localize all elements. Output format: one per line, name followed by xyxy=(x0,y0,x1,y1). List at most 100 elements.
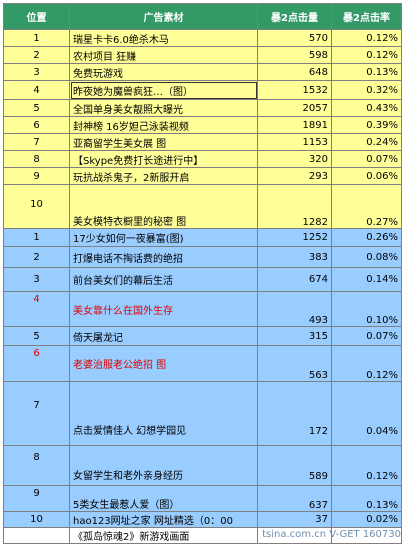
position-cell: 8 xyxy=(3,445,70,486)
ad-cell: 点击爱情佳人 幻想学园见 xyxy=(69,381,258,446)
table-row: 6 封神榜 16岁妲己泳装视频 1891 0.39% xyxy=(3,116,402,134)
table-row: 8 【Skype免费打长途进行中】 320 0.07% xyxy=(3,150,402,168)
table-row: 4 美女靠什么在国外生存 493 0.10% xyxy=(3,291,402,327)
position-cell: 6 xyxy=(3,345,70,382)
ad-cell: 【Skype免费打长途进行中】 xyxy=(69,150,258,168)
rate-cell: 0.04% xyxy=(331,381,402,446)
ad-cell: 17少女如何一夜暴富(图) xyxy=(69,228,258,247)
rate-cell: 0.32% xyxy=(331,80,402,100)
position-cell: 3 xyxy=(3,267,70,292)
rate-cell: 0.07% xyxy=(331,326,402,346)
clicks-cell: 383 xyxy=(257,246,332,268)
ad-cell: 免费玩游戏 xyxy=(69,63,258,81)
table-row: 5 全国单身美女靓照大曝光 2057 0.43% xyxy=(3,99,402,117)
ad-cell: 农村项目 狂赚 xyxy=(69,46,258,64)
clicks-cell: 637 xyxy=(257,485,332,512)
clicks-cell: 598 xyxy=(257,46,332,64)
clicks-cell: 1252 xyxy=(257,228,332,247)
table-row: 9 玩抗战杀鬼子，2新服开启 293 0.06% xyxy=(3,167,402,185)
ad-cell: 老婆治服老公绝招 图 xyxy=(69,345,258,382)
ad-cell: 瑞星卡卡6.0绝杀木马 xyxy=(69,29,258,47)
ad-cell: 亚裔留学生美女展 图 xyxy=(69,133,258,151)
rate-cell: 0.12% xyxy=(331,445,402,486)
rate-cell: 0.08% xyxy=(331,246,402,268)
ad-cell: 玩抗战杀鬼子，2新服开启 xyxy=(69,167,258,185)
rate-cell: 0.12% xyxy=(331,46,402,64)
ad-cell: 《孤岛惊魂2》新游戏画面 xyxy=(69,527,258,544)
header-click-rate: 暴2点击率 xyxy=(331,3,402,30)
rate-cell: 0.26% xyxy=(331,228,402,247)
rate-cell: 0.13% xyxy=(331,63,402,81)
header-clicks: 暴2点击量 xyxy=(257,3,332,30)
clicks-cell: 563 xyxy=(257,345,332,382)
position-cell: 5 xyxy=(3,326,70,346)
rate-cell: 0.14% xyxy=(331,267,402,292)
table-row: 3 前台美女们的幕后生活 674 0.14% xyxy=(3,267,402,292)
rate-cell: 0.12% xyxy=(331,29,402,47)
ad-cell: 美女模特衣橱里的秘密 图 xyxy=(69,184,258,229)
table-row: 8 女留学生和老外亲身经历 589 0.12% xyxy=(3,445,402,486)
clicks-cell: 570 xyxy=(257,29,332,47)
position-cell: 10 xyxy=(3,184,70,229)
ad-cell: 封神榜 16岁妲己泳装视频 xyxy=(69,116,258,134)
ad-cell: 美女靠什么在国外生存 xyxy=(69,291,258,327)
clicks-cell: 1891 xyxy=(257,116,332,134)
ad-cell: 昨夜她为魔兽疯狂…（图） xyxy=(69,80,258,100)
ad-cell: 打爆电话不掏话费的绝招 xyxy=(69,246,258,268)
clicks-cell: 2057 xyxy=(257,99,332,117)
clicks-cell: 1532 xyxy=(257,80,332,100)
header-position: 位置 xyxy=(3,3,70,30)
rate-cell: 0.07% xyxy=(331,150,402,168)
position-cell: 2 xyxy=(3,246,70,268)
clicks-cell: 493 xyxy=(257,291,332,327)
position-cell: 7 xyxy=(3,133,70,151)
position-cell: 1 xyxy=(3,29,70,47)
table-row: 7 点击爱情佳人 幻想学园见 172 0.04% xyxy=(3,381,402,446)
position-cell: 3 xyxy=(3,63,70,81)
table-row: 6 老婆治服老公绝招 图 563 0.12% xyxy=(3,345,402,382)
header-ad-material: 广告素材 xyxy=(69,3,258,30)
table-row: 4 昨夜她为魔兽疯狂…（图） 1532 0.32% xyxy=(3,80,402,100)
clicks-cell: 1282 xyxy=(257,184,332,229)
rate-cell: 0.12% xyxy=(331,345,402,382)
table-row: 3 免费玩游戏 648 0.13% xyxy=(3,63,402,81)
table-row: 1 瑞星卡卡6.0绝杀木马 570 0.12% xyxy=(3,29,402,47)
rate-cell: 0.02% xyxy=(331,511,402,528)
clicks-cell: 589 xyxy=(257,445,332,486)
position-cell: 5 xyxy=(3,99,70,117)
position-cell: 4 xyxy=(3,291,70,327)
position-cell: 10 xyxy=(3,511,70,528)
table-row: 7 亚裔留学生美女展 图 1153 0.24% xyxy=(3,133,402,151)
position-cell: 4 xyxy=(3,80,70,100)
rate-cell: 0.13% xyxy=(331,485,402,512)
rate-cell: 0.43% xyxy=(331,99,402,117)
table-row: 1 17少女如何一夜暴富(图) 1252 0.26% xyxy=(3,228,402,247)
position-cell: 2 xyxy=(3,46,70,64)
position-cell: 9 xyxy=(3,167,70,185)
clicks-cell: 648 xyxy=(257,63,332,81)
ad-cell: 5类女生最惹人爱（图） xyxy=(69,485,258,512)
position-cell: 6 xyxy=(3,116,70,134)
table-row: 2 打爆电话不掏话费的绝招 383 0.08% xyxy=(3,246,402,268)
rate-cell: 0.39% xyxy=(331,116,402,134)
ad-click-table: 位置 广告素材 暴2点击量 暴2点击率 1 瑞星卡卡6.0绝杀木马 570 0.… xyxy=(3,3,402,544)
ad-cell: 前台美女们的幕后生活 xyxy=(69,267,258,292)
position-cell: 8 xyxy=(3,150,70,168)
table-row: 9 5类女生最惹人爱（图） 637 0.13% xyxy=(3,485,402,512)
ad-cell: 全国单身美女靓照大曝光 xyxy=(69,99,258,117)
rate-cell: 0.24% xyxy=(331,133,402,151)
table-row: 10 hao123网址之家 网址精选（0：00 37 0.02% xyxy=(3,511,402,528)
position-cell: 7 xyxy=(3,381,70,446)
position-cell xyxy=(3,527,70,544)
watermark: tsina.com.cn V-GET 160730 xyxy=(262,529,401,540)
position-cell: 9 xyxy=(3,485,70,512)
rate-cell: 0.10% xyxy=(331,291,402,327)
ad-cell: hao123网址之家 网址精选（0：00 xyxy=(69,511,258,528)
clicks-cell: 293 xyxy=(257,167,332,185)
clicks-cell: 315 xyxy=(257,326,332,346)
rate-cell: 0.27% xyxy=(331,184,402,229)
ad-cell: 女留学生和老外亲身经历 xyxy=(69,445,258,486)
rate-cell: 0.06% xyxy=(331,167,402,185)
table-row: 2 农村项目 狂赚 598 0.12% xyxy=(3,46,402,64)
ad-cell: 倚天屠龙记 xyxy=(69,326,258,346)
